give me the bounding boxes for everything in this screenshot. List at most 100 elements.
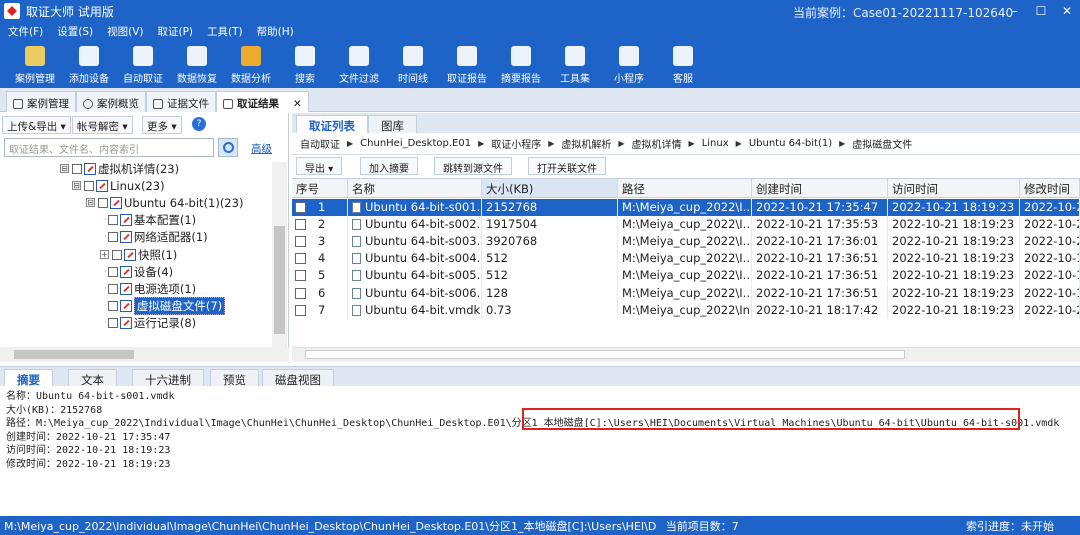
tab-evidence-list[interactable]: 取证列表 [296, 115, 368, 133]
data-analysis-button[interactable]: 数据分析 [224, 40, 278, 88]
expand-toggle-icon[interactable]: ⊟ [60, 164, 69, 173]
auto-forensics-button[interactable]: 自动取证 [116, 40, 170, 88]
tree-checkbox[interactable] [112, 249, 122, 260]
table-hscroll-thumb[interactable] [305, 350, 905, 359]
column-header-name[interactable]: 名称 [348, 179, 482, 198]
tree-checkbox[interactable] [107, 318, 118, 329]
row-checkbox[interactable] [295, 270, 306, 282]
tree-node[interactable]: ⊟ Linux(23) [72, 177, 165, 194]
customer-service-button[interactable]: 客服 [656, 40, 710, 88]
table-row[interactable]: 7 Ubuntu 64-bit.vmdk 0.73 M:\Meiya_cup_2022… [292, 301, 1080, 319]
export-button[interactable]: 导出 ▾ [296, 157, 343, 175]
account-decrypt-button[interactable]: 帐号解密 ▾ [72, 116, 133, 134]
tree-node[interactable]: ⊟ 虚拟机详情(23) [60, 160, 179, 177]
menu-tools[interactable]: 工具(T) [207, 24, 243, 39]
menu-settings[interactable]: 设置(S) [57, 24, 93, 39]
tab-case-overview[interactable]: 案例概览 [76, 91, 146, 112]
row-checkbox[interactable] [295, 287, 306, 299]
expand-toggle-icon[interactable]: ⊟ [72, 181, 81, 191]
tree-node[interactable]: · 网络适配器(1) [104, 229, 208, 246]
breadcrumb-item[interactable]: Linux [702, 138, 729, 149]
search-input[interactable]: 取证结果、文件名、内容索引 [4, 138, 214, 157]
close-window-button[interactable]: ✕ [1056, 2, 1078, 20]
tab-text[interactable]: 文本 [68, 369, 117, 387]
data-recovery-button[interactable]: 数据恢复 [170, 40, 224, 88]
tree-hscroll-thumb[interactable] [14, 350, 134, 359]
tab-gallery[interactable]: 图库 [368, 115, 417, 133]
breadcrumb-item[interactable]: 自动取证 [300, 136, 340, 151]
tree-node[interactable]: · 基本配置(1) [104, 212, 196, 229]
summary-report-button[interactable]: 摘要报告 [494, 40, 548, 88]
tab-hex[interactable]: 十六进制 [132, 369, 204, 387]
table-row[interactable]: 4 Ubuntu 64-bit-s004.... 512 M:\Meiya_cup_2… [292, 250, 1080, 268]
tree-checkbox[interactable] [107, 215, 118, 226]
column-header-size[interactable]: 大小(KB) [482, 179, 618, 198]
menu-view[interactable]: 视图(V) [107, 24, 143, 39]
help-icon[interactable]: ? [192, 117, 206, 131]
tree-node[interactable]: ⊟ Ubuntu 64-bit(1)(23) [86, 194, 243, 211]
forensic-report-button[interactable]: 取证报告 [440, 40, 494, 88]
close-tab-icon[interactable]: ✕ [293, 98, 302, 110]
column-header-accessed[interactable]: 访问时间 [888, 179, 1020, 198]
tree-checkbox[interactable] [107, 266, 118, 277]
add-device-button[interactable]: 添加设备 [62, 40, 116, 88]
add-to-summary-button[interactable]: 加入摘要 [360, 157, 418, 175]
tab-preview[interactable]: 预览 [210, 369, 259, 387]
tree-node[interactable]: + 快照(1) [100, 246, 177, 263]
tree-node[interactable]: · 虚拟磁盘文件(7) [104, 297, 226, 316]
tree-checkbox[interactable] [107, 283, 118, 294]
advanced-search-link[interactable]: 高级 [251, 141, 272, 156]
tree-checkbox[interactable] [72, 163, 82, 174]
search-icon[interactable] [218, 138, 238, 157]
tab-forensic-results[interactable]: 取证结果 ✕ [216, 91, 309, 112]
column-header-path[interactable]: 路径 [618, 179, 752, 198]
tree-scroll-thumb[interactable] [274, 226, 285, 334]
row-checkbox[interactable] [295, 219, 306, 231]
expand-toggle-icon[interactable]: + [100, 250, 109, 259]
expand-toggle-icon[interactable]: ⊟ [86, 198, 95, 208]
tree-checkbox[interactable] [98, 197, 108, 208]
tree-node[interactable]: · 运行记录(8) [104, 315, 196, 332]
toolset-button[interactable]: 工具集 [548, 40, 602, 88]
breadcrumb-item[interactable]: 虚拟机解析 [561, 136, 611, 151]
table-row[interactable]: 6 Ubuntu 64-bit-s006.... 128 M:\Meiya_cup_2… [292, 284, 1080, 302]
row-checkbox[interactable] [295, 236, 306, 248]
tree-node[interactable]: · 设备(4) [104, 263, 173, 280]
menu-forensics[interactable]: 取证(P) [157, 24, 193, 39]
timeline-button[interactable]: 时间线 [386, 40, 440, 88]
file-filter-button[interactable]: 文件过滤 [332, 40, 386, 88]
tab-disk-view[interactable]: 磁盘视图 [262, 369, 334, 387]
breadcrumb-item[interactable]: 虚拟磁盘文件 [852, 136, 912, 151]
breadcrumb-item[interactable]: Ubuntu 64-bit(1) [749, 138, 832, 149]
breadcrumb-item[interactable]: 取证小程序 [491, 136, 541, 151]
column-header-modified[interactable]: 修改时间 [1020, 179, 1080, 198]
more-button[interactable]: 更多 ▾ [142, 116, 182, 134]
maximize-button[interactable]: ☐ [1030, 2, 1052, 20]
breadcrumb-item[interactable]: ChunHei_Desktop.E01 [360, 138, 471, 149]
breadcrumb-item[interactable]: 虚拟机详情 [632, 136, 682, 151]
table-row[interactable]: 3 Ubuntu 64-bit-s003.... 3920768 M:\Meiya_c… [292, 233, 1080, 251]
menu-file[interactable]: 文件(F) [8, 24, 43, 39]
tree-checkbox[interactable] [107, 301, 118, 312]
upload-export-button[interactable]: 上传&导出 ▾ [2, 116, 71, 134]
row-checkbox[interactable] [295, 202, 306, 213]
open-related-file-button[interactable]: 打开关联文件 [528, 157, 606, 175]
tree-checkbox[interactable] [84, 180, 94, 191]
row-checkbox[interactable] [295, 253, 306, 265]
tree-checkbox[interactable] [107, 232, 118, 243]
table-row[interactable]: 5 Ubuntu 64-bit-s005.... 512 M:\Meiya_cup_2… [292, 267, 1080, 285]
tree-node[interactable]: · 电源选项(1) [104, 280, 196, 297]
table-row[interactable]: 1 Ubuntu 64-bit-s001.... 2152768 M:\Meiya_c… [292, 199, 1080, 216]
mini-program-button[interactable]: 小程序 [602, 40, 656, 88]
case-management-button[interactable]: 案例管理 [8, 40, 62, 88]
column-header-created[interactable]: 创建时间 [752, 179, 888, 198]
column-header-no[interactable]: 序号 [292, 179, 348, 198]
tab-evidence-files[interactable]: 证据文件 [146, 91, 216, 112]
search-button[interactable]: 搜索 [278, 40, 332, 88]
menu-help[interactable]: 帮助(H) [257, 24, 294, 39]
minimize-button[interactable]: – [1004, 2, 1026, 20]
table-row[interactable]: 2 Ubuntu 64-bit-s002.... 1917504 M:\Meiya_c… [292, 216, 1080, 234]
tab-summary[interactable]: 摘要 [4, 369, 53, 387]
tab-case-management[interactable]: 案例管理 [6, 91, 76, 112]
row-checkbox[interactable] [295, 304, 306, 316]
